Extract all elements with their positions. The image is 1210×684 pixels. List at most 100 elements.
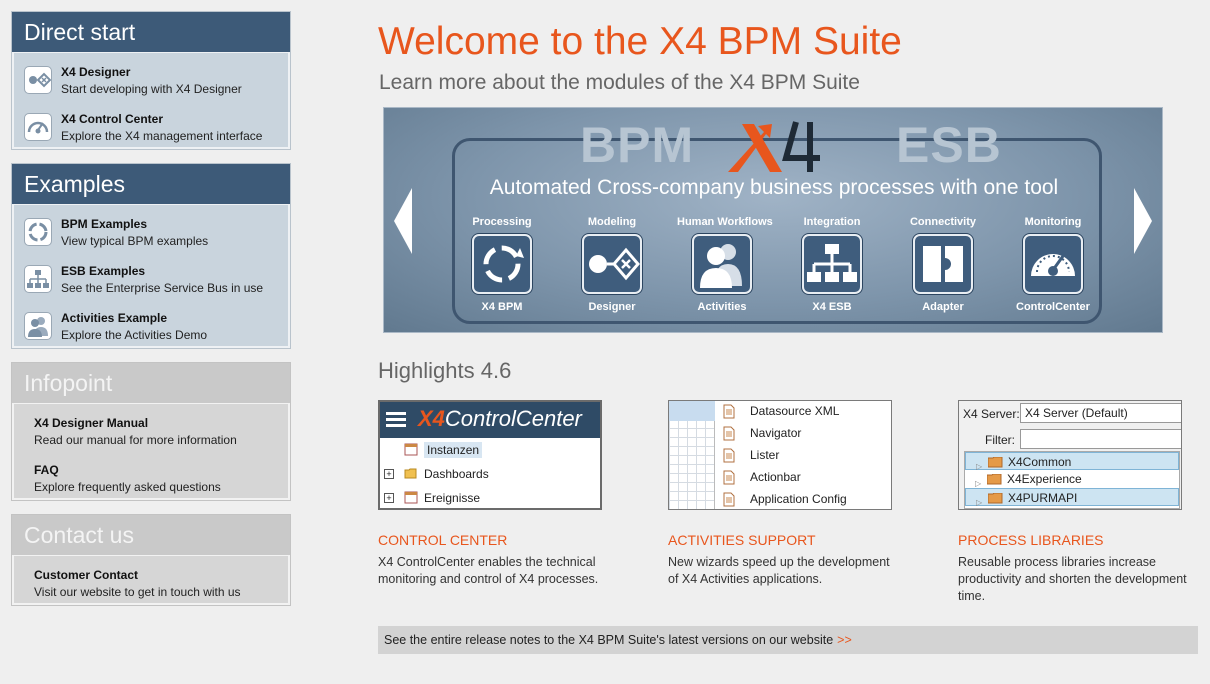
- faq-link[interactable]: FAQ Explore frequently asked questions: [14, 451, 288, 498]
- activities-preview[interactable]: Datasource XML Navigator Lister Actionba…: [668, 400, 892, 510]
- highlight-heading[interactable]: PROCESS LIBRARIES: [958, 532, 1188, 548]
- tree-item-ereignisse: + Ereignisse: [380, 486, 600, 508]
- infopoint-panel: Infopoint X4 Designer Manual Read our ma…: [11, 362, 291, 501]
- item-title: ESB Examples: [61, 264, 146, 278]
- highlight-text: X4 ControlCenter enables the technical m…: [378, 555, 599, 586]
- activities-example-link[interactable]: Activities Example Explore the Activitie…: [14, 299, 288, 346]
- control-center-preview[interactable]: X4ControlCenter Instanzen + Dashboards +…: [378, 400, 602, 510]
- module-name: Activities: [697, 301, 747, 313]
- calendar-icon: [404, 443, 418, 456]
- item-title: Activities Example: [61, 311, 168, 325]
- library-item-x4common: ▷ X4Common: [965, 452, 1179, 471]
- module-integration[interactable]: Integration X4 ESB: [787, 216, 877, 313]
- module-category: Monitoring: [1024, 216, 1082, 228]
- module-category: Processing: [472, 216, 532, 228]
- calendar-icon: [404, 491, 418, 504]
- banner-bpm-label: BPM: [580, 117, 695, 173]
- item-subtitle: Read our manual for more information: [34, 433, 237, 447]
- module-category: Human Workflows: [677, 216, 773, 228]
- highlights-heading: Highlights 4.6: [378, 358, 512, 383]
- item-title: X4 Designer: [61, 65, 131, 79]
- wizard-item-application-config: Application Config: [723, 488, 847, 509]
- document-icon: [723, 492, 735, 507]
- designer-icon: [24, 66, 52, 94]
- filter-label: Filter:: [985, 433, 1015, 447]
- highlight-process-libraries: PROCESS LIBRARIES Reusable process libra…: [958, 532, 1188, 605]
- infopoint-heading: Infopoint: [12, 363, 290, 403]
- tree-item-instanzen: Instanzen: [380, 438, 600, 462]
- highlight-heading[interactable]: ACTIVITIES SUPPORT: [668, 532, 898, 548]
- library-item-x4purmapi: ▷ X4PURMAPI: [965, 488, 1179, 507]
- page-title: Welcome to the X4 BPM Suite: [378, 20, 902, 63]
- highlight-control-center: CONTROL CENTER X4 ControlCenter enables …: [378, 532, 608, 588]
- wizard-item-actionbar: Actionbar: [723, 466, 801, 488]
- customer-contact-link[interactable]: Customer Contact Visit our website to ge…: [14, 556, 288, 603]
- item-subtitle: Visit our website to get in touch with u…: [34, 585, 241, 599]
- x4-designer-link[interactable]: X4 Designer Start developing with X4 Des…: [14, 53, 288, 100]
- banner-tagline: Automated Cross-company business process…: [489, 176, 1059, 199]
- direct-start-panel: Direct start X4 Designer Start developin…: [11, 11, 291, 150]
- module-name: ControlCenter: [1016, 301, 1090, 313]
- examples-panel: Examples BPM Examples View typical BPM e…: [11, 163, 291, 349]
- esb-examples-link[interactable]: ESB Examples See the Enterprise Service …: [14, 252, 288, 299]
- folder-icon: [988, 493, 1003, 504]
- module-human-workflows[interactable]: Human Workflows Activities: [677, 216, 773, 313]
- direct-start-heading: Direct start: [12, 12, 290, 52]
- process-libraries-preview[interactable]: X4 Server: X4 Server (Default) Filter: ▷…: [958, 400, 1182, 510]
- document-icon: [723, 404, 735, 419]
- x4-control-center-link[interactable]: X4 Control Center Explore the X4 managem…: [14, 100, 288, 147]
- document-icon: [723, 470, 735, 485]
- hamburger-menu-icon: [386, 412, 406, 428]
- wizard-item-datasource: Datasource XML: [723, 401, 839, 422]
- contact-heading: Contact us: [12, 515, 290, 555]
- release-notes-text: See the entire release notes to the X4 B…: [384, 633, 834, 647]
- examples-heading: Examples: [12, 164, 290, 204]
- wizard-item-navigator: Navigator: [723, 422, 801, 444]
- wizard-item-lister: Lister: [723, 444, 779, 466]
- gauge-icon: [1023, 234, 1083, 294]
- gauge-icon: [24, 113, 52, 141]
- controlcenter-logo: X4ControlCenter: [418, 406, 582, 431]
- highlight-activities-support: ACTIVITIES SUPPORT New wizards speed up …: [668, 532, 898, 588]
- wizard-grid: [669, 401, 715, 509]
- module-monitoring[interactable]: Monitoring ControlCenter: [1008, 216, 1098, 313]
- item-subtitle: Start developing with X4 Designer: [61, 82, 242, 96]
- tree-item-dashboards: + Dashboards: [380, 462, 600, 486]
- module-category: Modeling: [587, 216, 637, 228]
- module-category: Connectivity: [909, 216, 976, 228]
- designer-icon: [582, 234, 642, 294]
- users-icon: [24, 312, 52, 340]
- banner-esb-label: ESB: [896, 117, 1002, 173]
- module-connectivity[interactable]: Connectivity Adapter: [898, 216, 988, 313]
- item-title: X4 Control Center: [61, 112, 164, 126]
- item-subtitle: Explore the Activities Demo: [61, 328, 208, 342]
- module-name: X4 BPM: [481, 301, 523, 313]
- release-notes-bar[interactable]: See the entire release notes to the X4 B…: [378, 626, 1198, 654]
- item-subtitle: See the Enterprise Service Bus in use: [61, 281, 264, 295]
- library-tree: ▷ X4Common ▷ X4Experience ▷ X4PURMAPI: [964, 451, 1180, 509]
- folder-icon: [404, 468, 417, 479]
- item-title: X4 Designer Manual: [34, 416, 149, 430]
- carousel-prev-arrow-icon[interactable]: [392, 186, 414, 256]
- cycle-icon: [24, 218, 52, 246]
- module-modeling[interactable]: Modeling Designer: [567, 216, 657, 313]
- document-icon: [723, 448, 735, 463]
- highlight-text: Reusable process libraries increase prod…: [958, 555, 1187, 603]
- library-item-x4experience: ▷ X4Experience: [965, 470, 1179, 488]
- contact-panel: Contact us Customer Contact Visit our we…: [11, 514, 291, 606]
- highlight-heading[interactable]: CONTROL CENTER: [378, 532, 608, 548]
- module-name: Adapter: [922, 301, 964, 313]
- tree-item-label: Instanzen: [424, 442, 483, 458]
- document-icon: [723, 426, 735, 441]
- adapter-icon: [913, 234, 973, 294]
- designer-manual-link[interactable]: X4 Designer Manual Read our manual for m…: [14, 404, 288, 451]
- bpm-examples-link[interactable]: BPM Examples View typical BPM examples: [14, 205, 288, 252]
- module-processing[interactable]: Processing X4 BPM: [457, 216, 547, 313]
- carousel-next-arrow-icon[interactable]: [1132, 186, 1154, 256]
- folder-icon: [987, 474, 1002, 485]
- expand-arrow-icon: ▷: [976, 498, 983, 507]
- item-title: FAQ: [34, 463, 59, 477]
- item-title: Customer Contact: [34, 568, 139, 582]
- folder-icon: [988, 457, 1003, 468]
- release-notes-link[interactable]: >>: [837, 633, 852, 647]
